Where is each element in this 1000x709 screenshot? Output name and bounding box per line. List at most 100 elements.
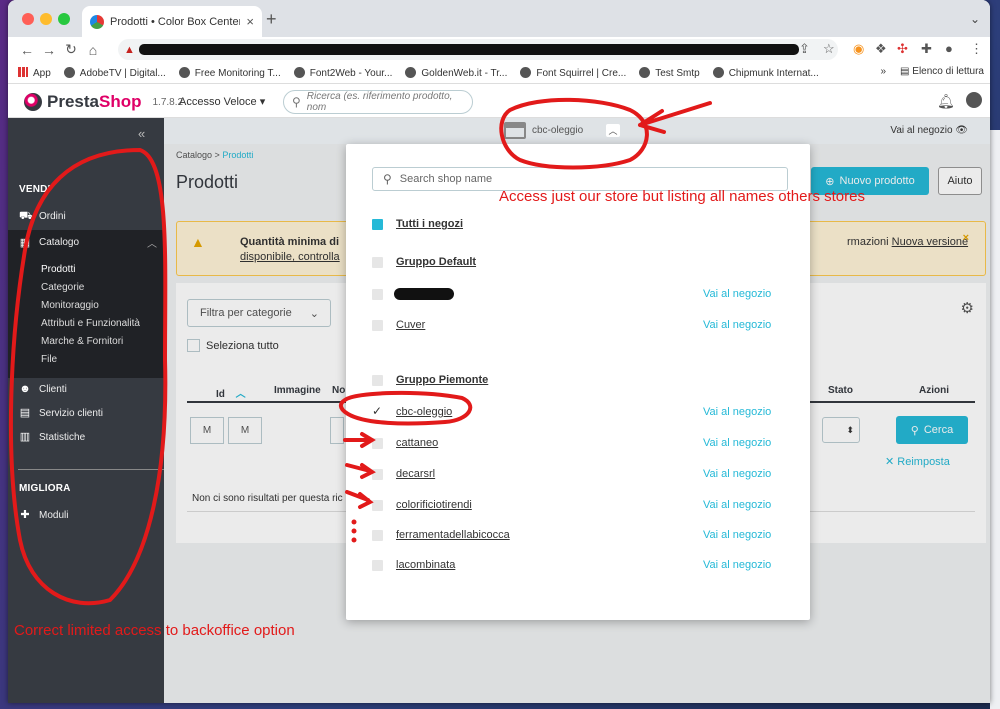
back-icon[interactable]: ← — [16, 42, 38, 58]
sidebar-subitem-monitoring[interactable]: Monitoraggio — [41, 300, 99, 311]
bookmark-icon — [712, 66, 724, 78]
quick-access-menu[interactable]: Accesso Veloce ▾ — [179, 95, 265, 108]
puzzle-icon: ✚ — [20, 509, 30, 521]
chat-icon: ▤ — [19, 407, 31, 419]
shop-selector-dropdown: ⚲ Search shop name Tutti i negozi Gruppo… — [346, 144, 810, 620]
eye-icon: 👁︎ — [955, 125, 968, 136]
bookmark-item[interactable]: GoldenWeb.it - Tr... — [405, 66, 507, 79]
reading-list[interactable]: » ▤ Elenco di lettura — [880, 66, 984, 77]
forward-icon[interactable]: → — [38, 42, 60, 58]
sidebar-section-improve: MIGLIORA — [19, 483, 71, 494]
prestashop-logo[interactable]: PrestaShop 1.7.8.2 — [24, 92, 183, 112]
shop-option[interactable]: lacombinata Vai al negozio — [372, 557, 788, 577]
check-icon: ✓ — [372, 404, 383, 418]
slack-extension-icon[interactable]: ✣ — [897, 41, 908, 57]
bookmark-icon — [520, 66, 532, 78]
tab-title: Prodotti • Color Box Center Ol… — [110, 15, 241, 28]
address-toolbar: ← → ↻ ⌂ ▲ ⇪ ☆ ◉ ❖ ✣ ✚ ● ⋮ — [8, 37, 990, 62]
bookmark-item[interactable]: Font Squirrel | Cre... — [520, 66, 626, 79]
shop-option-all[interactable]: Tutti i negozi — [372, 216, 788, 236]
bookmark-icon — [639, 66, 651, 78]
bookmark-item[interactable]: Font2Web - Your... — [293, 66, 392, 79]
search-icon: ⚲ — [292, 95, 301, 109]
caret-down-icon: ▾ — [259, 96, 266, 108]
employee-avatar-icon[interactable] — [966, 92, 982, 108]
shop-option-selected[interactable]: ✓ cbc-oleggio Vai al negozio — [372, 404, 788, 424]
minimize-window-button[interactable] — [40, 13, 52, 25]
sidebar-subitem-files[interactable]: File — [41, 354, 57, 365]
bookmark-icon — [178, 66, 190, 78]
sidebar-subitem-products[interactable]: Prodotti — [41, 264, 75, 275]
shop-group-piemonte[interactable]: Gruppo Piemonte — [372, 372, 788, 392]
annotation-top-text: Access just our store but listing all na… — [499, 188, 865, 205]
basket-icon: ⛟ — [19, 210, 33, 222]
sidebar-item-catalog[interactable]: ▦ Catalogo ︿ — [19, 235, 157, 251]
browser-tab[interactable]: Prodotti • Color Box Center Ol… × — [82, 6, 262, 37]
view-shop-link[interactable]: Vai al negozio 👁︎ — [890, 125, 968, 136]
insecure-warning-icon: ▲ — [124, 43, 135, 56]
new-tab-button[interactable]: + — [266, 10, 277, 28]
shop-dropdown-toggle[interactable]: ︿ — [606, 124, 620, 137]
user-circle-icon: ☻ — [19, 383, 31, 395]
all-shops-icon — [372, 219, 383, 230]
shop-group-default[interactable]: Gruppo Default — [372, 254, 788, 274]
shop-option-redacted[interactable]: Vai al negozio — [372, 286, 788, 306]
bookmark-icon — [293, 66, 305, 78]
bookmark-apps[interactable]: App — [18, 66, 51, 79]
sidebar-subitem-categories[interactable]: Categorie — [41, 282, 84, 293]
sidebar-item-stats[interactable]: ▥ Statistiche — [19, 431, 85, 443]
sidebar: « VENDI ⛟ Ordini ▦ Catalogo ︿ Prodotti Cate… — [8, 118, 164, 703]
shop-option[interactable]: decarsrl Vai al negozio — [372, 466, 788, 486]
dropbox-extension-icon[interactable]: ❖ — [875, 41, 887, 57]
sidebar-section-sell: VENDI — [19, 184, 51, 195]
annotation-bottom-text: Correct limited access to backoffice opt… — [14, 622, 295, 639]
bookmark-item[interactable]: Free Monitoring T... — [178, 66, 281, 79]
tab-search-icon[interactable]: ⌄ — [970, 12, 980, 26]
bookmarks-bar: App AdobeTV | Digital... Free Monitoring… — [8, 62, 990, 84]
background-window-edge — [990, 130, 1000, 709]
reload-icon[interactable]: ↻ — [60, 41, 82, 58]
url-bar[interactable]: ▲ — [118, 39, 838, 60]
bookmark-icon — [405, 66, 417, 78]
profile-icon[interactable]: ● — [945, 41, 953, 56]
shop-option[interactable]: cattaneo Vai al negozio — [372, 435, 788, 455]
sidebar-divider — [18, 469, 164, 470]
puffin-logo-icon — [24, 93, 42, 111]
shop-option[interactable]: Cuver Vai al negozio — [372, 317, 788, 337]
sidebar-subitem-attributes[interactable]: Attributi e Funzionalità — [41, 318, 140, 329]
home-icon[interactable]: ⌂ — [82, 42, 104, 58]
sidebar-item-customer-service[interactable]: ▤ Servizio clienti — [19, 407, 103, 419]
close-window-button[interactable] — [22, 13, 34, 25]
chrome-menu-icon[interactable]: ⋮ — [970, 41, 983, 57]
favicon-icon — [90, 14, 104, 29]
bookmark-star-icon[interactable]: ☆ — [823, 41, 835, 57]
sidebar-item-customers[interactable]: ☻ Clienti — [19, 383, 67, 395]
sidebar-item-orders[interactable]: ⛟ Ordini — [19, 210, 66, 222]
search-icon: ⚲ — [383, 172, 392, 186]
bookmark-item[interactable]: Test Smtp — [639, 66, 700, 79]
shop-option[interactable]: ferramentadellabicocca Vai al negozio — [372, 527, 788, 547]
notifications-bell-icon[interactable]: 🔔︎ — [937, 93, 955, 110]
redacted-shop-name — [394, 288, 454, 300]
shop-option[interactable]: colorificiotirendi Vai al negozio — [372, 497, 788, 517]
current-shop-name[interactable]: cbc-oleggio — [532, 125, 583, 136]
admin-search-input[interactable]: ⚲ Ricerca (es. riferimento prodotto, nom — [283, 90, 473, 114]
multistore-bar: cbc-oleggio ︿ Vai al negozio 👁︎ — [164, 118, 990, 144]
shop-awning-icon — [504, 122, 526, 139]
redacted-url — [138, 44, 799, 55]
sidebar-subitem-brands[interactable]: Marche & Fornitori — [41, 336, 123, 347]
close-tab-icon[interactable]: × — [246, 14, 254, 29]
admin-header: PrestaShop 1.7.8.2 Accesso Veloce ▾ ⚲ Ri… — [8, 84, 990, 118]
apps-grid-icon — [18, 66, 28, 77]
maximize-window-button[interactable] — [58, 13, 70, 25]
bar-chart-icon: ▥ — [19, 431, 31, 443]
rss-extension-icon[interactable]: ◉ — [853, 41, 864, 57]
bookmark-item[interactable]: Chipmunk Internat... — [712, 66, 819, 79]
share-icon[interactable]: ⇪ — [799, 41, 810, 57]
bookmark-item[interactable]: AdobeTV | Digital... — [63, 66, 166, 79]
extensions-icon[interactable]: ✚ — [921, 41, 932, 57]
sidebar-item-modules[interactable]: ✚ Moduli — [19, 509, 68, 521]
browser-window: Prodotti • Color Box Center Ol… × + ⌄ ← … — [8, 0, 990, 703]
bookmark-icon — [63, 66, 75, 78]
collapse-sidebar-icon[interactable]: « — [138, 126, 145, 141]
